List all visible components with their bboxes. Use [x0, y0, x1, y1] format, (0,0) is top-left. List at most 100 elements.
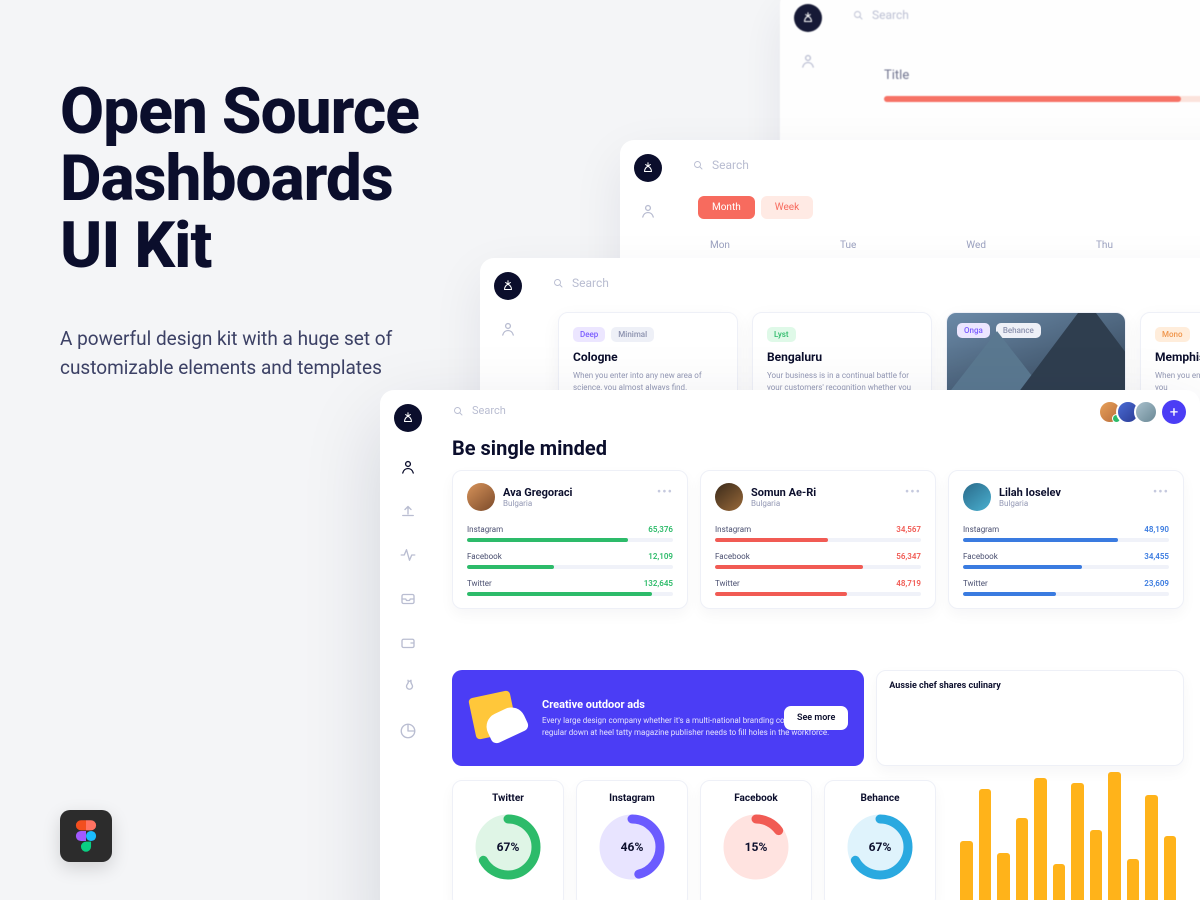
search-icon [692, 159, 704, 171]
profile-sub: Bulgaria [999, 499, 1061, 508]
donut-value: 67% [847, 814, 913, 880]
stat-row: Instagram 34,567 [715, 525, 921, 542]
donut-card[interactable]: Behance 67% [824, 780, 936, 900]
stat-label: Instagram [467, 525, 503, 534]
profile-card[interactable]: Somun Ae-Ri Bulgaria ••• Instagram 34,56… [700, 470, 936, 609]
donut-card[interactable]: Instagram 46% [576, 780, 688, 900]
stat-bar [963, 592, 1169, 596]
stat-row: Twitter 48,719 [715, 579, 921, 596]
stat-bar [963, 538, 1169, 542]
avatar [963, 483, 991, 511]
stat-label: Twitter [963, 579, 988, 588]
logo-icon [394, 404, 422, 432]
search-input[interactable]: Search [692, 158, 749, 172]
bar [1108, 772, 1121, 900]
search-input[interactable]: Search [852, 8, 909, 22]
progress-bar [884, 96, 1200, 102]
user-icon[interactable] [499, 320, 517, 338]
stat-value: 132,645 [644, 579, 673, 588]
more-icon[interactable]: ••• [657, 485, 673, 500]
main-dashboard-panel: Search + Be single minded Ava Gregoraci … [380, 390, 1200, 900]
bar [979, 789, 992, 900]
donut-value: 46% [599, 814, 665, 880]
logo-icon [794, 4, 822, 32]
user-icon[interactable] [639, 202, 657, 220]
stat-bar [467, 538, 673, 542]
wallet-icon[interactable] [399, 634, 417, 652]
search-icon [552, 277, 564, 289]
donut-card[interactable]: Facebook 15% [700, 780, 812, 900]
avatar[interactable] [1134, 400, 1158, 424]
add-user-button[interactable]: + [1162, 400, 1186, 424]
hero: Open Source Dashboards UI Kit A powerful… [60, 78, 420, 382]
hero-subtitle: A powerful design kit with a huge set of… [60, 324, 420, 383]
stat-value: 48,190 [1144, 525, 1169, 534]
view-week-button[interactable]: Week [761, 196, 813, 219]
stat-value: 23,609 [1144, 579, 1169, 588]
bar-chart-card: Aussie chef shares culinary [876, 670, 1184, 766]
stat-row: Facebook 12,109 [467, 552, 673, 569]
stat-label: Facebook [715, 552, 750, 561]
profile-card[interactable]: Lilah Ioselev Bulgaria ••• Instagram 48,… [948, 470, 1184, 609]
user-icon[interactable] [399, 458, 417, 476]
bar-chart-title: Aussie chef shares culinary [889, 681, 1171, 691]
stat-label: Twitter [715, 579, 740, 588]
profile-sub: Bulgaria [503, 499, 572, 508]
flame-icon[interactable] [399, 678, 417, 696]
see-more-button[interactable]: See more [784, 706, 848, 730]
profile-card[interactable]: Ava Gregoraci Bulgaria ••• Instagram 65,… [452, 470, 688, 609]
stat-bar [963, 565, 1169, 569]
user-icon[interactable] [799, 52, 817, 70]
more-icon[interactable]: ••• [905, 485, 921, 500]
upload-icon[interactable] [399, 502, 417, 520]
stat-row: Instagram 48,190 [963, 525, 1169, 542]
inbox-icon[interactable] [399, 590, 417, 608]
stat-label: Instagram [715, 525, 751, 534]
donut-ring: 15% [723, 814, 789, 880]
avatar [715, 483, 743, 511]
bar [1016, 818, 1029, 900]
search-input[interactable]: Search [452, 404, 506, 417]
profile-name: Somun Ae-Ri [751, 486, 816, 499]
bar [1034, 778, 1047, 900]
stat-value: 12,109 [648, 552, 673, 561]
profile-cards-row: Ava Gregoraci Bulgaria ••• Instagram 65,… [452, 470, 1184, 609]
city-title: Cologne [573, 350, 723, 364]
stat-label: Facebook [467, 552, 502, 561]
bar [1053, 864, 1066, 900]
stat-bar [715, 592, 921, 596]
stat-row: Instagram 65,376 [467, 525, 673, 542]
bar [997, 853, 1010, 900]
search-input[interactable]: Search [552, 276, 609, 290]
avatar [467, 483, 495, 511]
stat-bar [467, 565, 673, 569]
more-icon[interactable]: ••• [1153, 485, 1169, 500]
city-title: Bengaluru [767, 350, 917, 364]
stat-value: 48,719 [896, 579, 921, 588]
bar [1145, 795, 1158, 900]
activity-icon[interactable] [399, 546, 417, 564]
stat-value: 56,347 [896, 552, 921, 561]
stat-row: Facebook 34,455 [963, 552, 1169, 569]
bar-chart: 010203040506070809101112 [956, 766, 1180, 900]
avatar-stack: + [1104, 400, 1186, 424]
bar [960, 841, 973, 900]
page-title: Be single minded [452, 436, 607, 460]
view-toggle[interactable]: Month Week [698, 196, 813, 219]
donut-card[interactable]: Twitter 67% [452, 780, 564, 900]
pie-icon[interactable] [399, 722, 417, 740]
profile-sub: Bulgaria [751, 499, 816, 508]
stat-bar [715, 565, 921, 569]
profile-name: Ava Gregoraci [503, 486, 572, 499]
donut-label: Facebook [734, 793, 778, 804]
donut-row: Twitter 67% Instagram 46% Facebook 15% B… [452, 780, 936, 900]
banner-illustration [468, 688, 528, 748]
donut-ring: 46% [599, 814, 665, 880]
stat-label: Instagram [963, 525, 999, 534]
stat-label: Facebook [963, 552, 998, 561]
stat-bar [715, 538, 921, 542]
stat-value: 34,455 [1144, 552, 1169, 561]
view-month-button[interactable]: Month [698, 196, 755, 219]
bar [1071, 783, 1084, 900]
donut-label: Twitter [492, 793, 524, 804]
